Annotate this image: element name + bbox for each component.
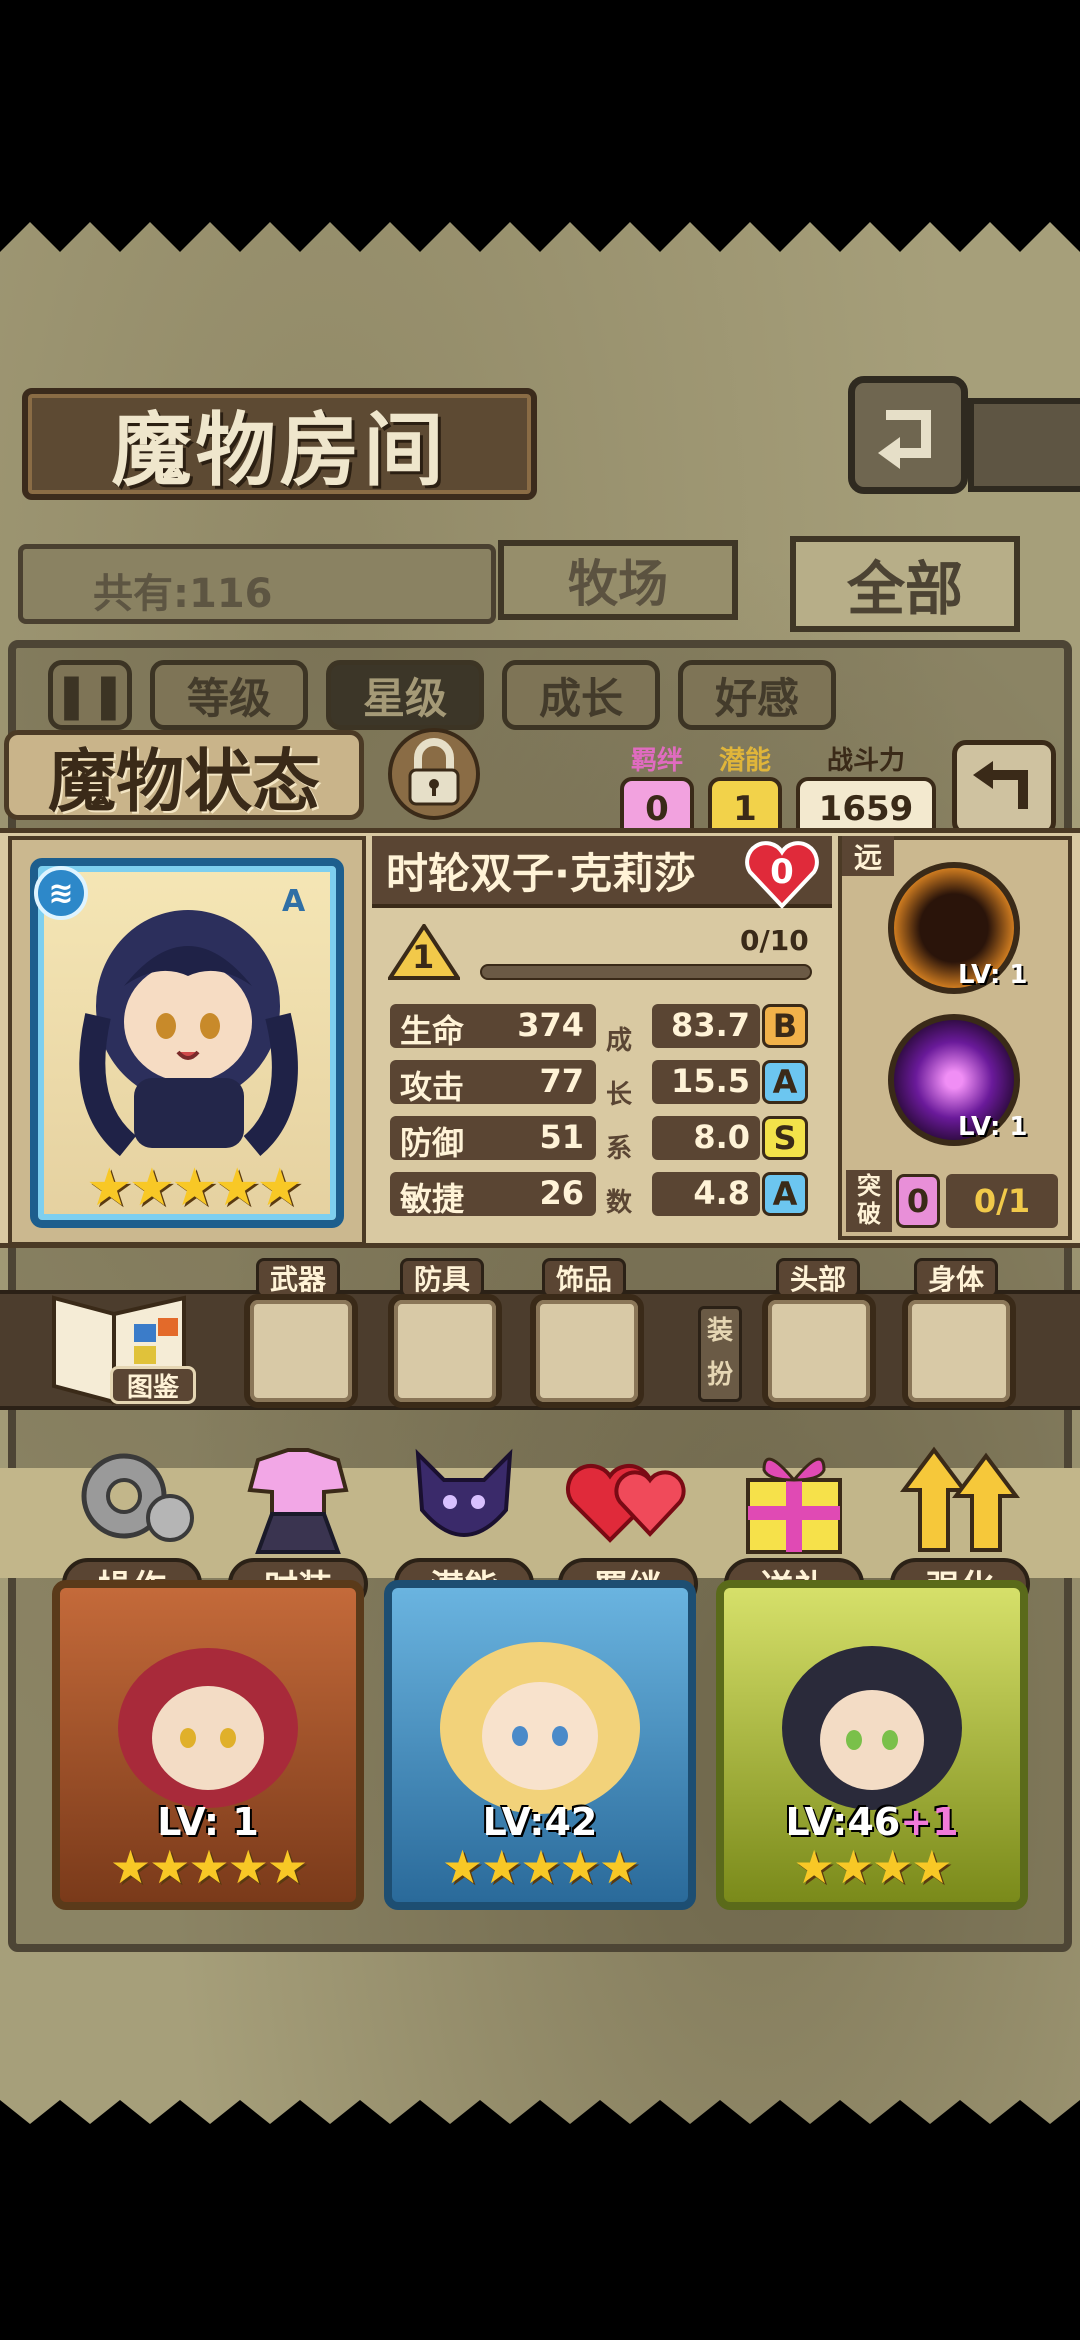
- weapon-label: 武器: [256, 1258, 340, 1298]
- growth-label-4: 数: [605, 1188, 632, 1218]
- accessory-label: 饰品: [542, 1258, 626, 1298]
- skill-2-level: LV: 1: [958, 1112, 1028, 1142]
- water-element-icon: ≋: [34, 866, 88, 920]
- tab-ranch[interactable]: 牧场: [498, 540, 738, 620]
- portrait-stars: ★★★★★: [86, 1158, 303, 1218]
- filter-level[interactable]: 等级: [150, 660, 308, 730]
- body-label: 身体: [914, 1258, 998, 1298]
- armor-label: 防具: [400, 1258, 484, 1298]
- monster-card[interactable]: LV:42 ★★★★★: [384, 1580, 696, 1910]
- body-slot[interactable]: [902, 1294, 1016, 1408]
- filter-affection[interactable]: 好感: [678, 660, 836, 730]
- monster-card[interactable]: LV: 1 ★★★★★: [52, 1580, 364, 1910]
- sort-toggle-button[interactable]: ❚❚: [48, 660, 132, 730]
- gear-icon: [81, 1453, 194, 1542]
- exp-bar: [480, 964, 812, 980]
- breakthrough-row: 突破 0 0/1: [846, 1170, 1064, 1232]
- close-status-button[interactable]: [952, 740, 1056, 836]
- affection-heart: 0: [742, 838, 822, 910]
- return-button[interactable]: [848, 376, 968, 494]
- monster-card[interactable]: LV:46+1 ★★★★: [716, 1580, 1028, 1910]
- back-arrow-icon: [973, 761, 1028, 809]
- monster-portrait-image: [118, 1648, 298, 1808]
- torn-edge-bottom: [0, 2100, 1080, 2130]
- upgrade-arrows-icon: [900, 1446, 1020, 1552]
- filter-star[interactable]: 星级: [326, 660, 484, 730]
- demon-icon: [415, 1448, 513, 1537]
- armor-slot[interactable]: [388, 1294, 502, 1408]
- weapon-slot[interactable]: [244, 1294, 358, 1408]
- rank-tag: A: [282, 884, 306, 919]
- head-slot[interactable]: [762, 1294, 876, 1408]
- hearts-icon: [566, 1463, 686, 1543]
- filter-growth[interactable]: 成长: [502, 660, 660, 730]
- exp-text: 0/10: [740, 924, 809, 957]
- monster-count: 共有:116: [18, 544, 496, 624]
- growth-label-2: 长: [605, 1080, 632, 1110]
- monster-portrait-image: [782, 1646, 962, 1810]
- pause-icon: ❚❚: [53, 669, 127, 721]
- growth-label-3: 系: [605, 1134, 632, 1164]
- skill-1-level: LV: 1: [958, 960, 1028, 990]
- accessory-slot[interactable]: [530, 1294, 644, 1408]
- top-right-bar: [968, 398, 1080, 492]
- bond-stat: 羁绊 0: [620, 740, 694, 841]
- monster-portrait-image: [440, 1642, 640, 1814]
- lock-icon[interactable]: [386, 726, 482, 822]
- head-label: 头部: [776, 1258, 860, 1298]
- dress-up-label: 装扮: [698, 1306, 742, 1402]
- range-tag: 远: [842, 836, 894, 876]
- tab-all[interactable]: 全部: [790, 536, 1020, 632]
- return-arrow-icon: [878, 410, 931, 469]
- book-label: 图鉴: [110, 1366, 196, 1404]
- clothes-icon: [247, 1448, 349, 1554]
- potential-stat: 潜能 1: [708, 740, 782, 841]
- torn-edge-top: [0, 212, 1080, 252]
- page-title: 魔物房间: [22, 388, 537, 500]
- gift-icon: [746, 1457, 842, 1554]
- status-title: 魔物状态: [4, 730, 364, 822]
- combat-power: 战斗力 1659: [796, 740, 936, 841]
- growth-label-1: 成: [605, 1026, 632, 1056]
